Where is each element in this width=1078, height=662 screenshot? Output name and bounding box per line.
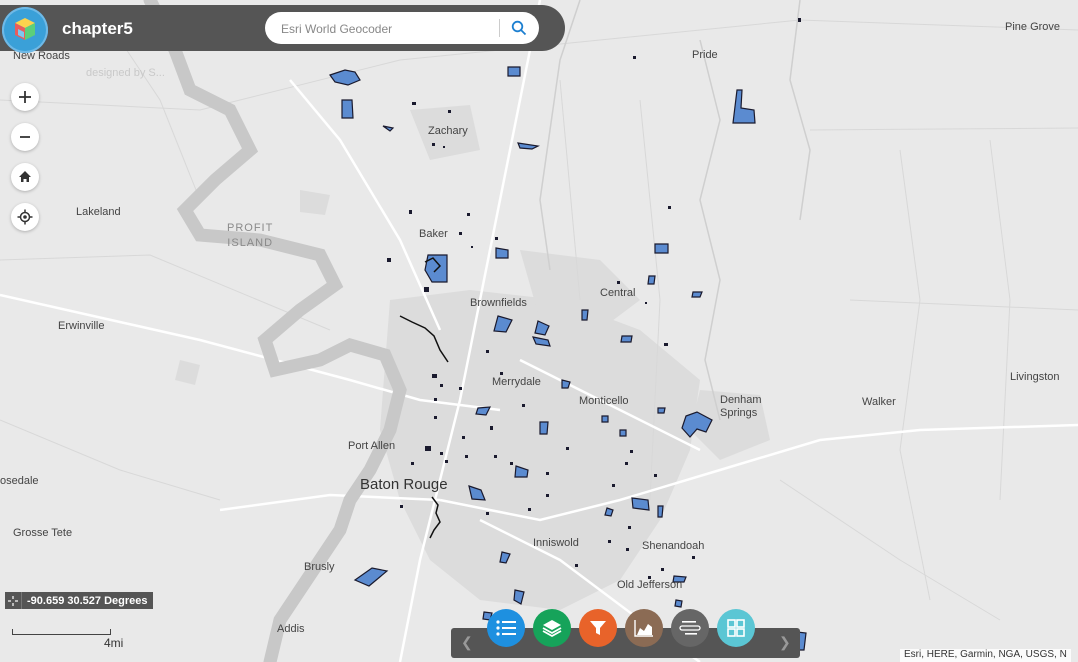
query-widget-button[interactable] <box>671 609 709 647</box>
toolbar-prev-arrow[interactable]: ❮ <box>461 634 473 651</box>
scale-label: 4mi <box>104 636 124 650</box>
app-logo-icon[interactable] <box>2 7 48 53</box>
label-shenandoah: Shenandoah <box>642 540 705 552</box>
locate-icon <box>17 209 33 225</box>
app-title: chapter5 <box>62 19 133 38</box>
label-livingston: Livingston <box>1010 371 1060 383</box>
plus-icon <box>19 91 31 103</box>
search-divider <box>499 19 500 37</box>
attribution-text: Esri, HERE, Garmin, NGA, USGS, N <box>900 649 1071 662</box>
minus-icon <box>20 136 30 138</box>
locate-button[interactable] <box>11 203 39 231</box>
layers-widget-button[interactable] <box>533 609 571 647</box>
label-inniswold: Inniswold <box>533 537 579 549</box>
label-port-allen: Port Allen <box>348 440 396 452</box>
legend-list-icon <box>496 620 516 636</box>
label-merrydale: Merrydale <box>492 376 541 388</box>
label-zachary: Zachary <box>428 125 468 137</box>
label-grosse-tete: Grosse Tete <box>13 527 73 539</box>
grid-icon <box>727 619 745 637</box>
label-pine-grove: Pine Grove <box>1005 21 1061 33</box>
label-baker: Baker <box>419 228 448 240</box>
app-header: chapter5 <box>0 5 565 53</box>
layers-icon <box>542 620 562 638</box>
label-rosedale: osedale <box>0 475 39 487</box>
query-icon <box>679 621 701 635</box>
label-profit-island: PROFIT ISLAND <box>227 222 274 249</box>
label-brownfields: Brownfields <box>470 297 527 309</box>
home-icon <box>19 171 31 182</box>
chart-icon <box>634 620 653 637</box>
label-lakeland: Lakeland <box>76 206 121 218</box>
filter-icon <box>590 621 606 635</box>
label-walker: Walker <box>862 396 896 408</box>
coordinate-readout[interactable]: -90.659 30.527 Degrees <box>5 592 154 609</box>
label-central: Central <box>600 287 636 299</box>
search-box <box>265 12 539 44</box>
toolbar-next-arrow[interactable]: ❯ <box>779 634 791 651</box>
label-old-jefferson: Old Jefferson <box>617 579 683 591</box>
label-denham-springs: Denham Springs <box>720 394 762 419</box>
crosshair-icon[interactable] <box>5 592 22 609</box>
label-erwinville: Erwinville <box>58 320 105 332</box>
home-button[interactable] <box>11 163 39 191</box>
search-input[interactable] <box>279 18 505 40</box>
chart-widget-button[interactable] <box>625 609 663 647</box>
filter-widget-button[interactable] <box>579 609 617 647</box>
label-addis: Addis <box>277 623 305 635</box>
coordinate-text: -90.659 30.527 Degrees <box>27 594 148 607</box>
zoom-in-button[interactable] <box>11 83 39 111</box>
watermark-text: designed by S... <box>86 67 165 79</box>
legend-widget-button[interactable] <box>487 609 525 647</box>
label-baton-rouge: Baton Rouge <box>360 476 448 493</box>
search-button[interactable] <box>505 16 533 40</box>
label-monticello: Monticello <box>579 395 629 407</box>
map-canvas[interactable] <box>0 0 1078 662</box>
zoom-out-button[interactable] <box>11 123 39 151</box>
search-icon <box>511 20 527 36</box>
label-brusly: Brusly <box>304 561 335 573</box>
grid-widget-button[interactable] <box>717 609 755 647</box>
scale-bar <box>12 629 111 635</box>
label-pride: Pride <box>692 49 718 61</box>
